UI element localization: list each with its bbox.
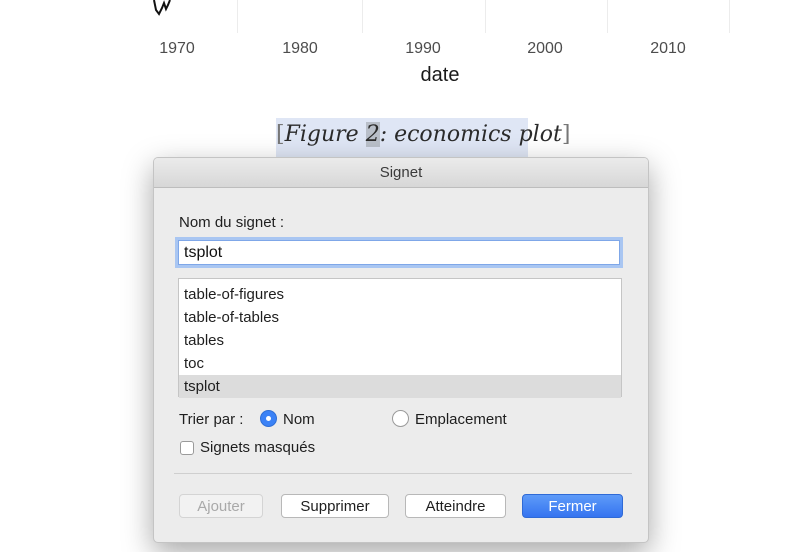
dialog-separator (174, 473, 632, 474)
bookmark-list[interactable]: table-of-figures table-of-tables tables … (178, 278, 622, 398)
x-tick-label: 2000 (527, 40, 563, 57)
caption-prefix: Figure (284, 122, 366, 147)
x-tick-label: 1990 (405, 40, 441, 57)
bookmark-list-item-selected[interactable]: tsplot (179, 375, 621, 398)
plot-gridline (485, 0, 486, 33)
hidden-bookmarks-checkbox[interactable] (180, 441, 194, 455)
x-tick-label: 2010 (650, 40, 686, 57)
figure-caption[interactable]: [Figure 2: economics plot] (276, 118, 570, 158)
plot-gridline (237, 0, 238, 33)
goto-button[interactable]: Atteindre (405, 494, 506, 518)
hidden-bookmarks-label[interactable]: Signets masqués (200, 439, 315, 456)
sort-by-label: Trier par : (179, 411, 244, 428)
bookmark-name-label: Nom du signet : (179, 214, 285, 231)
x-axis-title: date (420, 64, 460, 86)
x-tick-label: 1980 (282, 40, 318, 57)
caption-text: : economics plot (379, 122, 562, 147)
bookmark-list-item[interactable]: toc (179, 352, 621, 375)
caption-field-number: 2 (365, 122, 380, 147)
sort-name-label[interactable]: Nom (283, 411, 315, 428)
bookmark-list-item[interactable]: table-of-figures (179, 283, 621, 306)
plot-gridline (362, 0, 363, 33)
plot-gridline (607, 0, 608, 33)
sort-name-radio[interactable] (260, 410, 277, 427)
x-tick-label: 1970 (159, 40, 195, 57)
delete-button[interactable]: Supprimer (281, 494, 389, 518)
add-button[interactable]: Ajouter (179, 494, 263, 518)
sort-location-radio[interactable] (392, 410, 409, 427)
bookmark-dialog: Signet Nom du signet : table-of-figures … (153, 157, 649, 543)
close-button[interactable]: Fermer (522, 494, 623, 518)
bookmark-name-input[interactable] (178, 240, 620, 265)
sort-location-label[interactable]: Emplacement (415, 411, 507, 428)
dialog-title: Signet (154, 158, 648, 188)
bookmark-list-item[interactable]: tables (179, 329, 621, 352)
bookmark-list-item[interactable]: table-of-tables (179, 306, 621, 329)
caption-open-bracket: [ (276, 122, 285, 147)
plot-series-line (153, 0, 171, 16)
caption-close-bracket: ] (561, 122, 571, 147)
plot-gridline (729, 0, 730, 33)
